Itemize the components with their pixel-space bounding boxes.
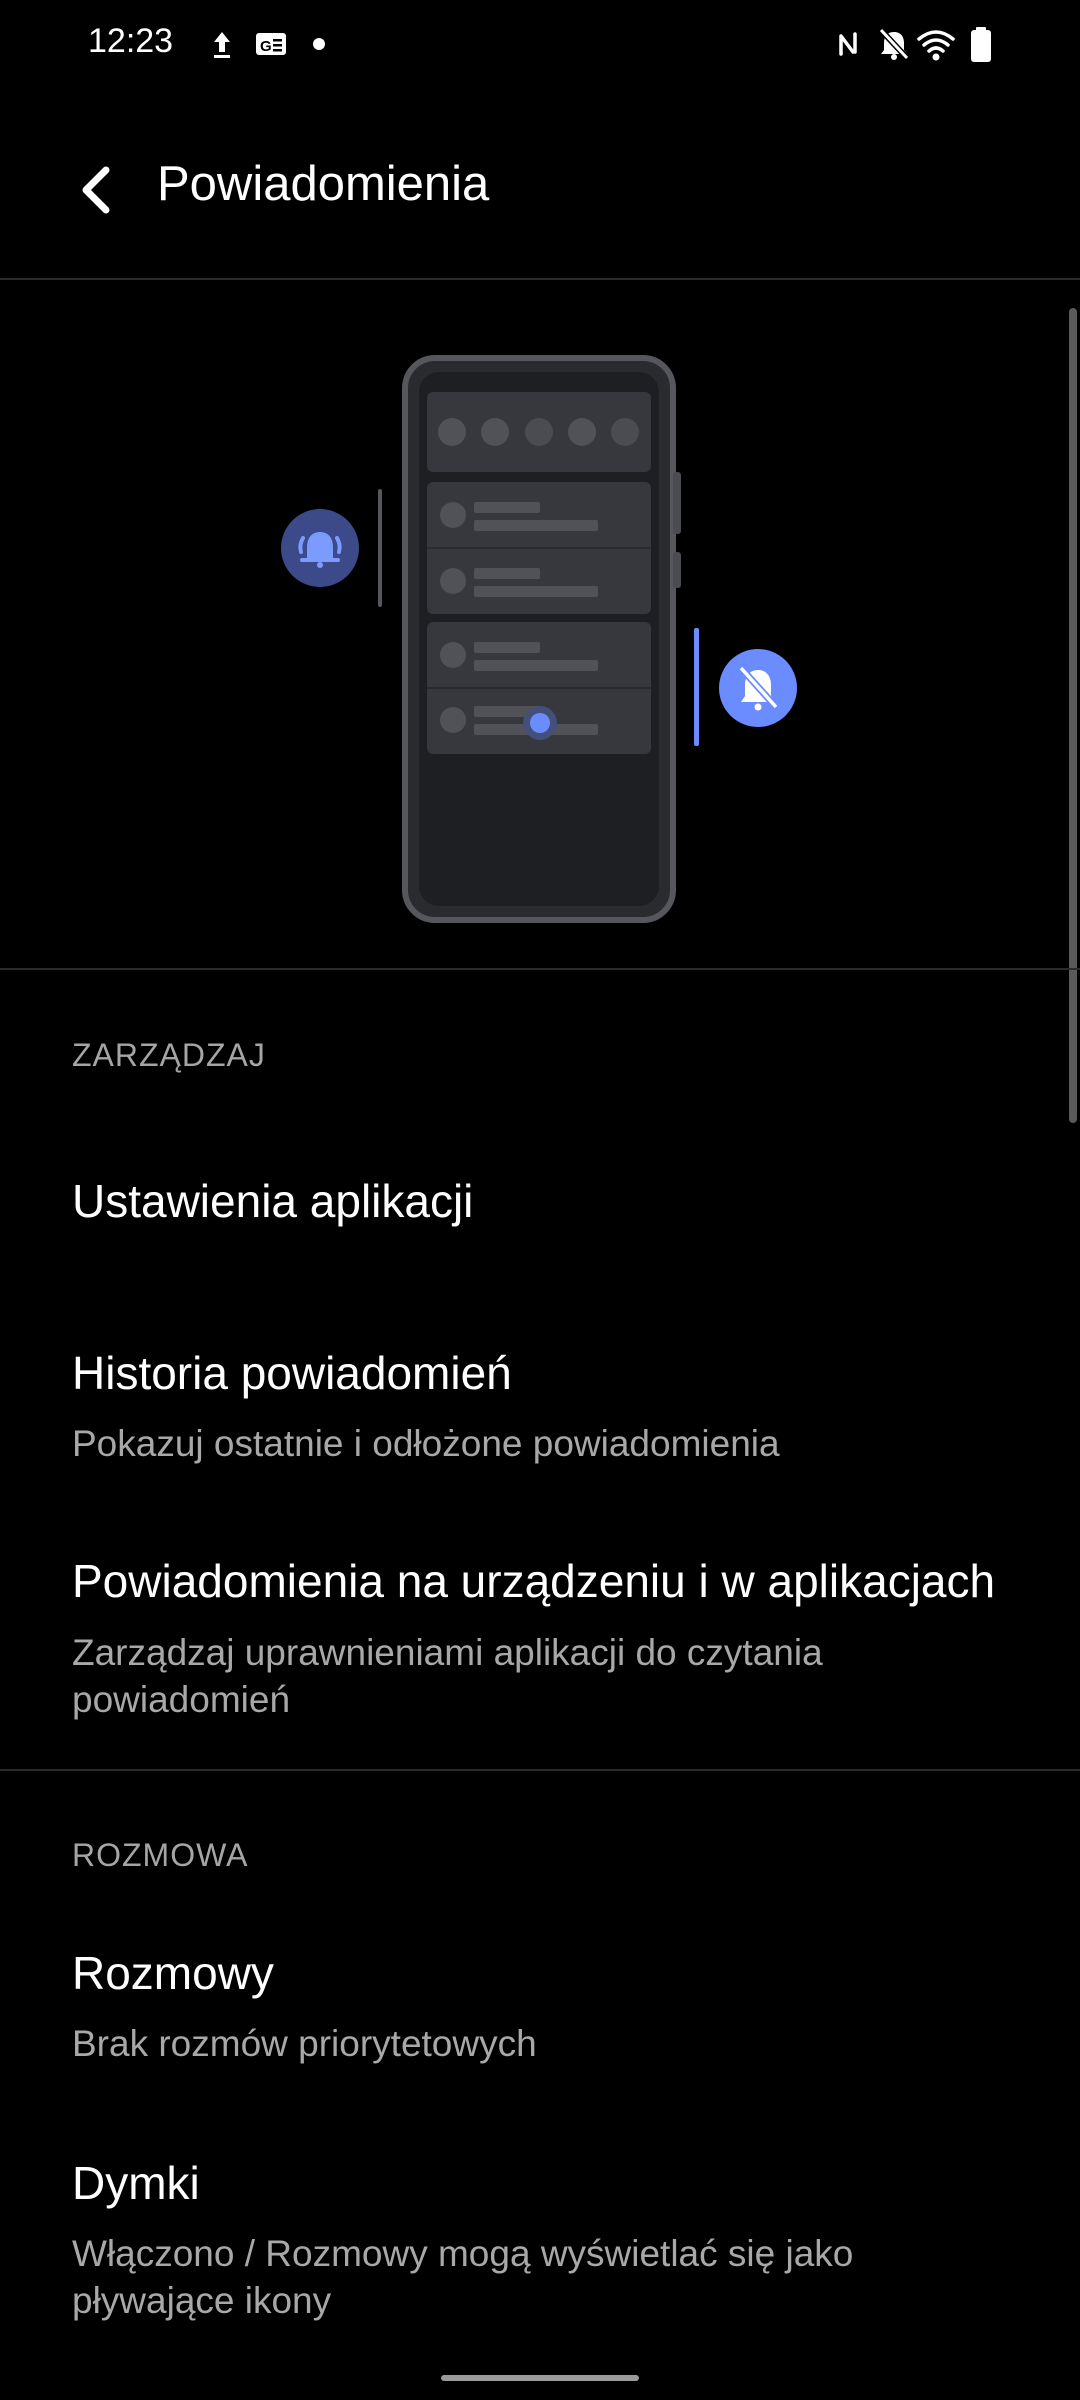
wifi-icon: [917, 30, 955, 61]
app-settings-item[interactable]: Ustawienia aplikacji: [0, 1120, 1080, 1280]
section-header-manage: ZARZĄDZAJ: [72, 1037, 266, 1073]
home-indicator[interactable]: [441, 2375, 639, 2381]
svg-text:G: G: [260, 38, 272, 55]
illustration-divider: [0, 968, 1080, 970]
conversations-item[interactable]: Rozmowy Brak rozmów priorytetowych: [0, 1900, 1080, 2090]
status-time: 12:23: [88, 22, 174, 60]
notifications-illustration: [281, 355, 797, 923]
app-bar: Powiadomienia: [0, 120, 1080, 250]
notification-dot-icon: [313, 38, 325, 50]
bubbles-summary: Włączono / Rozmowy mogą wyświetlać się j…: [72, 2233, 854, 2321]
notification-history-item[interactable]: Historia powiadomień Pokazuj ostatnie i …: [0, 1300, 1080, 1490]
back-button[interactable]: [58, 150, 138, 230]
scrollbar[interactable]: [1069, 308, 1077, 1123]
battery-icon: [971, 27, 991, 62]
arrow-back-icon: [82, 166, 110, 214]
device-app-notifications-item[interactable]: Powiadomienia na urządzeniu i w aplikacj…: [0, 1510, 1080, 1760]
notifications-off-icon: [878, 27, 910, 61]
app-bar-divider: [0, 278, 1080, 280]
bubbles-title: Dymki: [72, 2157, 200, 2209]
section-divider: [0, 1769, 1080, 1771]
bubbles-item[interactable]: Dymki Włączono / Rozmowy mogą wyświetlać…: [0, 2110, 1080, 2350]
section-header-conversation: ROZMOWA: [72, 1837, 249, 1873]
conversations-summary: Brak rozmów priorytetowych: [72, 2023, 537, 2064]
device-app-notifications-summary: Zarządzaj uprawnieniami aplikacji do czy…: [72, 1632, 823, 1720]
upload-icon: [214, 32, 230, 58]
page-title: Powiadomienia: [157, 157, 490, 211]
notification-history-summary: Pokazuj ostatnie i odłożone powiadomieni…: [72, 1423, 780, 1464]
translate-app-icon: G: [256, 33, 286, 55]
conversations-title: Rozmowy: [72, 1947, 274, 1999]
app-settings-title: Ustawienia aplikacji: [72, 1175, 474, 1227]
notification-history-title: Historia powiadomień: [72, 1347, 512, 1399]
status-bar: 12:23 G: [0, 0, 1080, 90]
device-app-notifications-title: Powiadomienia na urządzeniu i w aplikacj…: [72, 1555, 996, 1607]
nfc-icon: [839, 32, 857, 56]
